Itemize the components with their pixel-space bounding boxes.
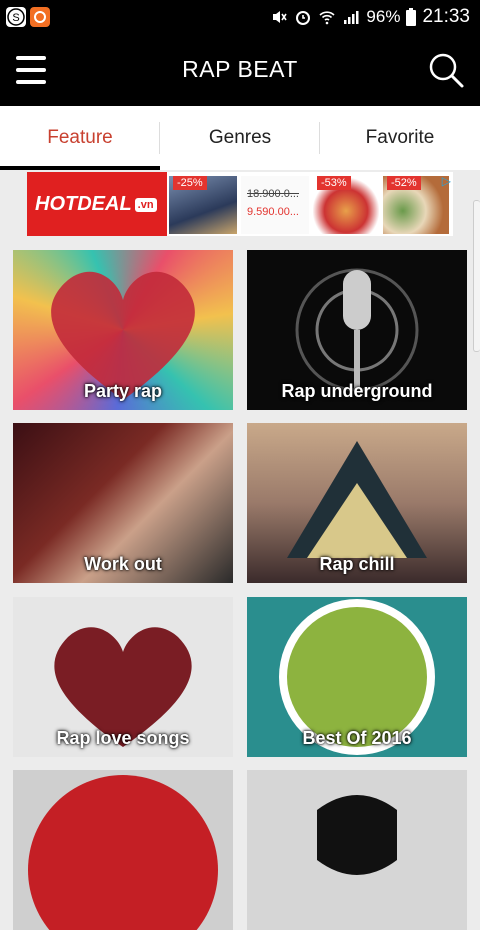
- ad-brand-logo: HOTDEAL .vn: [27, 172, 167, 236]
- soundcloud-icon: [30, 7, 50, 27]
- signal-icon: [344, 11, 359, 24]
- card-party-rap[interactable]: Party rap: [13, 250, 233, 410]
- svg-text:S: S: [12, 12, 19, 24]
- card-rap-underground[interactable]: Rap underground: [247, 250, 467, 410]
- battery-icon: [406, 8, 417, 26]
- ad-deal[interactable]: -25%: [169, 176, 237, 234]
- card-rap-love-songs[interactable]: Rap love songs: [13, 597, 233, 757]
- tab-feature[interactable]: Feature: [0, 106, 160, 170]
- tab-genres[interactable]: Genres: [160, 106, 320, 170]
- search-button[interactable]: [426, 50, 466, 90]
- ad-deal[interactable]: 18.900.0... 9.590.00...: [241, 176, 309, 234]
- mask-artwork: [317, 795, 397, 875]
- card-best-of-2016[interactable]: Best Of 2016: [247, 597, 467, 757]
- tab-bar: Feature Genres Favorite: [0, 106, 480, 170]
- card-mask-partial[interactable]: [247, 770, 467, 930]
- card-rap-chill[interactable]: Rap chill: [247, 423, 467, 583]
- card-work-out[interactable]: Work out: [13, 423, 233, 583]
- battery-percent: 96%: [366, 7, 401, 26]
- wifi-icon: [319, 11, 335, 25]
- ad-deal[interactable]: -53%: [313, 176, 379, 234]
- mute-icon: [273, 11, 288, 23]
- skype-icon: S: [6, 7, 26, 27]
- app-bar: RAP BEAT: [0, 34, 480, 106]
- tab-favorite[interactable]: Favorite: [320, 106, 480, 170]
- page-title: RAP BEAT: [182, 56, 298, 82]
- card-best-partial[interactable]: [13, 770, 233, 930]
- alarm-icon: [296, 11, 311, 25]
- search-icon: [429, 53, 464, 88]
- adchoices-icon[interactable]: ▷: [442, 174, 451, 188]
- clock: 21:33: [422, 6, 470, 27]
- scroll-hint: [473, 200, 480, 352]
- tab-indicator: [0, 166, 160, 170]
- status-bar: S 96% 21:33: [0, 0, 480, 34]
- best-seal-artwork: [28, 775, 218, 930]
- ad-banner[interactable]: HOTDEAL .vn -25% 18.900.0... 9.590.00... …: [27, 172, 453, 236]
- ad-deal[interactable]: -52%: [383, 176, 449, 234]
